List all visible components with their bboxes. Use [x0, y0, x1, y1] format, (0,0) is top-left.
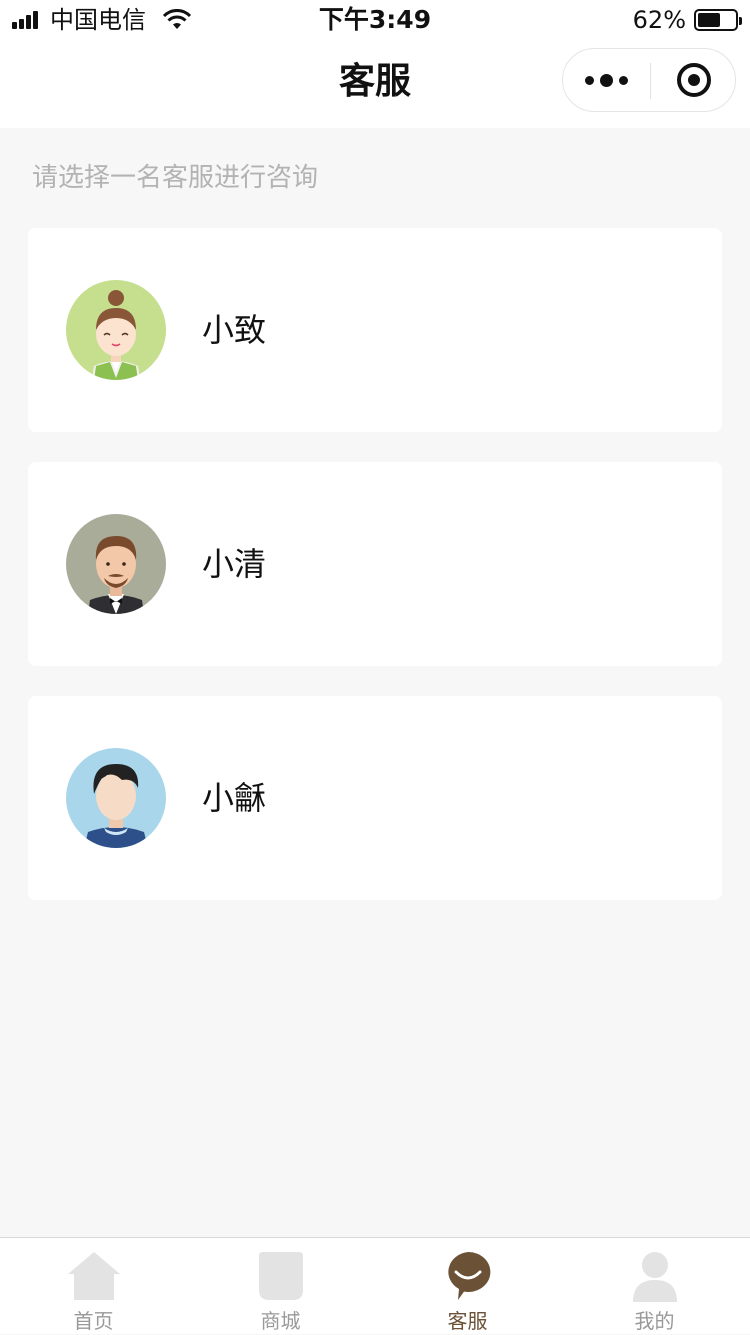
tab-customer-service[interactable]: 客服 [374, 1238, 561, 1335]
bearded-agent-avatar-icon [66, 514, 166, 614]
tab-shop[interactable]: 商城 [187, 1238, 374, 1335]
battery-icon [694, 9, 742, 31]
tab-home[interactable]: 首页 [0, 1238, 187, 1335]
more-dot-icon [600, 73, 613, 87]
close-mini-program-button[interactable] [651, 49, 737, 111]
shop-icon [258, 1252, 303, 1300]
status-right: 62% [632, 6, 742, 34]
agent-name: 小龢 [202, 779, 267, 817]
agent-name: 小清 [202, 545, 267, 583]
target-icon [677, 63, 711, 97]
home-icon [67, 1252, 120, 1300]
agent-card[interactable]: 小致 [28, 228, 722, 432]
tab-label: 客服 [447, 1309, 488, 1333]
female-agent-avatar-icon [66, 280, 166, 380]
tab-label: 我的 [634, 1309, 675, 1333]
chat-icon [447, 1251, 490, 1300]
mini-program-capsule [562, 48, 736, 112]
agent-card[interactable]: 小清 [28, 462, 722, 666]
tab-bar: 首页 商城 客服 我的 [0, 1237, 750, 1334]
more-dot-icon [585, 75, 594, 85]
battery-percent: 62% [632, 6, 686, 34]
status-bar: 中国电信 下午3:49 62% [0, 0, 750, 40]
tab-label: 首页 [73, 1309, 114, 1333]
tab-profile[interactable]: 我的 [561, 1238, 748, 1335]
agent-card[interactable]: 小龢 [28, 696, 722, 900]
more-options-button[interactable] [563, 49, 650, 111]
tab-label: 商城 [260, 1309, 301, 1333]
instruction-text: 请选择一名客服进行咨询 [32, 163, 319, 193]
user-icon [632, 1252, 677, 1302]
young-man-avatar-icon [66, 748, 166, 848]
agent-name: 小致 [202, 311, 267, 349]
more-dot-icon [619, 75, 628, 85]
navigation-bar: 客服 [0, 40, 750, 128]
